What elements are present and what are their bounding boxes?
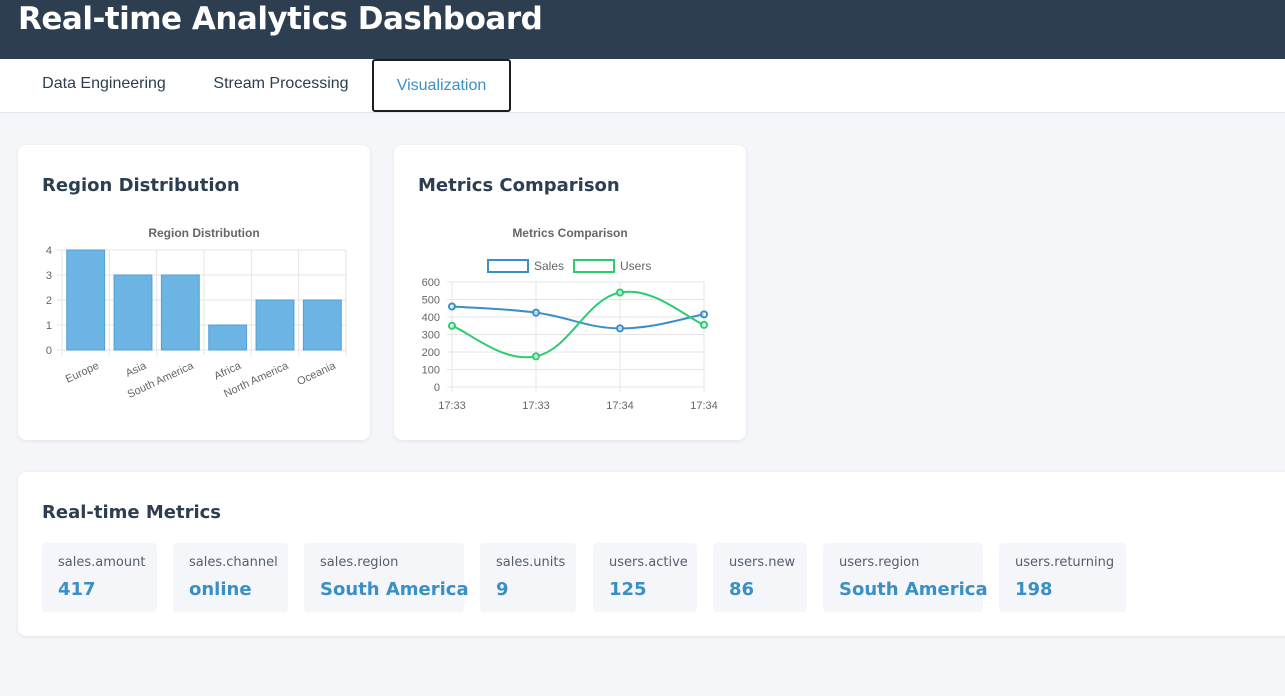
realtime-metrics-card: Real-time Metrics sales.amount 417 sales…	[18, 472, 1285, 636]
bar	[160, 274, 200, 351]
metric-value: 9	[496, 579, 509, 600]
metric-label: sales.units	[496, 555, 566, 570]
bar	[302, 299, 342, 351]
data-point	[532, 352, 540, 361]
metric-value: online	[189, 579, 252, 600]
series-line	[451, 290, 705, 359]
tab-stream-processing[interactable]: Stream Processing	[196, 59, 366, 112]
y-tick-label: 0	[46, 345, 52, 357]
y-tick-label: 4	[46, 245, 52, 257]
data-point	[616, 324, 624, 333]
metric-value: South America	[320, 579, 469, 600]
y-tick-label: 500	[422, 295, 440, 307]
metric-value: 417	[58, 579, 96, 600]
x-tick-label: Oceania	[295, 359, 338, 388]
x-tick-label: 17:33	[438, 400, 466, 412]
metric-value: South America	[839, 579, 988, 600]
tab-bar: Data Engineering Stream Processing Visua…	[0, 59, 1285, 113]
data-point	[448, 321, 456, 330]
y-tick-label: 2	[46, 295, 52, 307]
bar	[66, 249, 106, 351]
y-tick-label: 1	[46, 320, 52, 332]
metric-label: users.new	[729, 555, 796, 570]
bar	[113, 274, 153, 351]
region-distribution-card: Region Distribution Region Distribution 0…	[18, 145, 370, 440]
x-tick-label: Africa	[212, 359, 243, 382]
data-point	[532, 308, 540, 317]
data-point	[700, 320, 708, 329]
y-tick-label: 200	[422, 347, 440, 359]
metric-label: users.active	[609, 555, 688, 570]
metric-tile: users.new 86	[713, 543, 807, 612]
chart-title: Region Distribution	[148, 226, 259, 240]
page-title: Real-time Analytics Dashboard	[18, 1, 543, 37]
metric-label: sales.amount	[58, 555, 146, 570]
bar	[208, 324, 248, 351]
x-tick-label: 17:34	[606, 400, 634, 412]
y-tick-label: 3	[46, 270, 52, 282]
metrics-comparison-card: Metrics Comparison Metrics Comparison Sal…	[394, 145, 746, 440]
y-tick-label: 300	[422, 330, 440, 342]
region-bar-chart: Region Distribution01234Europe AsiaSouth …	[46, 226, 347, 401]
data-point	[700, 310, 708, 319]
metric-label: users.region	[839, 555, 920, 570]
legend-swatch	[573, 259, 615, 273]
metric-value: 86	[729, 579, 755, 600]
legend-label: Users	[620, 259, 651, 273]
metric-label: users.returning	[1015, 555, 1115, 570]
metric-value: 125	[609, 579, 647, 600]
metric-tile: users.region South America	[823, 543, 988, 612]
tab-data-engineering[interactable]: Data Engineering	[20, 59, 188, 112]
metric-tile: sales.units 9	[480, 543, 576, 612]
x-tick-label: 17:34	[690, 400, 718, 412]
metrics-line-chart: Metrics Comparison Sales Users 0 100 200 300 40…	[422, 226, 718, 412]
chart-title: Metrics Comparison	[512, 226, 627, 240]
legend-swatch	[487, 259, 529, 273]
x-tick-label: Asia	[124, 359, 149, 379]
legend-label: Sales	[534, 259, 564, 273]
metric-value: 198	[1015, 579, 1053, 600]
realtime-card-title: Real-time Metrics	[42, 502, 222, 523]
metric-label: sales.region	[320, 555, 399, 570]
metric-tile: sales.region South America	[304, 543, 469, 612]
x-tick-label: Europe	[64, 360, 101, 386]
metric-tile: users.active 125	[593, 543, 697, 612]
app-header: Real-time Analytics Dashboard	[0, 0, 1285, 59]
y-tick-label: 0	[434, 382, 440, 394]
bar	[255, 299, 295, 351]
data-point	[616, 288, 624, 297]
y-tick-label: 100	[422, 365, 440, 377]
metric-tile: sales.channel online	[173, 543, 288, 612]
data-point	[448, 302, 456, 311]
metric-tile: users.returning 198	[999, 543, 1126, 612]
metric-label: sales.channel	[189, 555, 278, 570]
y-tick-label: 400	[422, 312, 440, 324]
tab-visualization[interactable]: Visualization	[372, 59, 511, 112]
y-tick-label: 600	[422, 277, 440, 289]
x-tick-label: 17:33	[522, 400, 550, 412]
metric-tile: sales.amount 417	[42, 543, 157, 612]
